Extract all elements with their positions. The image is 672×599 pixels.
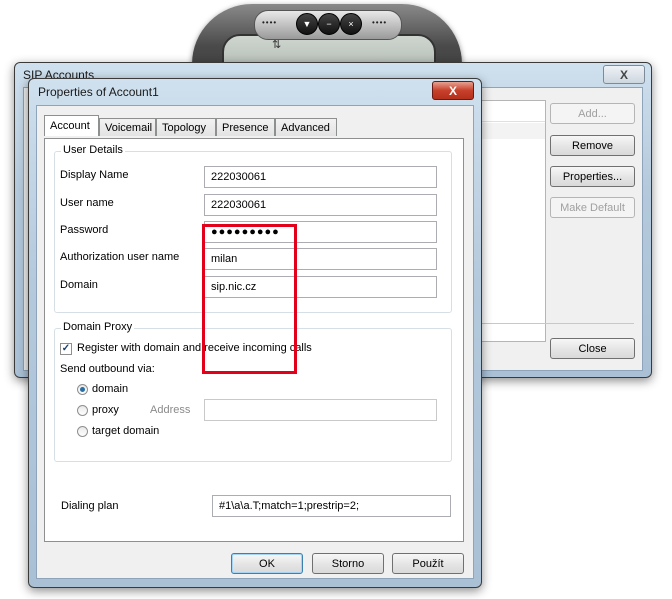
tab-advanced-label: Advanced bbox=[281, 121, 330, 134]
add-button-label: Add... bbox=[578, 107, 607, 120]
group-title: User Details bbox=[61, 144, 125, 156]
dialing-plan-label: Dialing plan bbox=[61, 500, 119, 512]
authorization-user-name-label: Authorization user name bbox=[60, 251, 180, 263]
tab-presence[interactable]: Presence bbox=[216, 118, 275, 136]
add-button[interactable]: Add... bbox=[550, 103, 635, 124]
password-label: Password bbox=[60, 224, 109, 236]
dialing-plan-value: #1\a\a.T;match=1;prestrip=2; bbox=[219, 500, 360, 512]
close-icon: X bbox=[619, 67, 628, 82]
close-button[interactable]: Close bbox=[550, 338, 635, 359]
chevron-down-icon: ▼ bbox=[302, 19, 312, 29]
tab-strip: Account Voicemail Topology Presence Adva… bbox=[44, 115, 464, 139]
group-title: Domain Proxy bbox=[61, 321, 135, 333]
close-button-label: Close bbox=[578, 342, 607, 355]
account-tab-page: User Details Display Name 222030061 User… bbox=[44, 138, 464, 542]
tab-topology-label: Topology bbox=[162, 121, 207, 134]
display-name-value: 222030061 bbox=[211, 171, 267, 183]
dialog-close-icon[interactable]: X bbox=[432, 81, 474, 100]
tab-account[interactable]: Account bbox=[44, 115, 99, 136]
register-checkbox[interactable]: ✓ bbox=[60, 343, 72, 355]
display-name-field[interactable]: 222030061 bbox=[204, 166, 437, 188]
tab-voicemail-label: Voicemail bbox=[105, 121, 153, 134]
softphone-skin: •••• •••• ▼ − × ⇅ bbox=[192, 0, 462, 124]
user-name-value: 222030061 bbox=[211, 199, 267, 211]
dialog-client: Account Voicemail Topology Presence Adva… bbox=[36, 105, 474, 579]
close-icon: × bbox=[348, 19, 354, 29]
properties-button-label: Properties... bbox=[562, 170, 623, 183]
speaker-dots-left: •••• bbox=[262, 18, 278, 27]
user-name-label: User name bbox=[60, 197, 114, 209]
sip-accounts-close-icon[interactable]: X bbox=[603, 65, 645, 84]
properties-button[interactable]: Properties... bbox=[550, 166, 635, 187]
apply-button[interactable]: Použít bbox=[392, 553, 464, 574]
apply-button-label: Použít bbox=[412, 557, 444, 570]
outbound-proxy-label: proxy bbox=[92, 404, 119, 416]
domain-label: Domain bbox=[60, 279, 98, 291]
remove-button-label: Remove bbox=[572, 139, 613, 152]
user-name-field[interactable]: 222030061 bbox=[204, 194, 437, 216]
display-name-label: Display Name bbox=[60, 169, 129, 181]
outbound-target-domain-radio[interactable] bbox=[77, 426, 88, 437]
speaker-dots-right: •••• bbox=[372, 18, 388, 27]
cancel-button-label: Storno bbox=[331, 557, 365, 570]
proxy-address-field[interactable] bbox=[204, 399, 437, 421]
outbound-domain-radio[interactable] bbox=[77, 384, 88, 395]
divider bbox=[470, 323, 634, 324]
account-properties-dialog: Properties of Account1 X Account Voicema… bbox=[28, 78, 482, 588]
cancel-button[interactable]: Storno bbox=[312, 553, 384, 574]
outbound-domain-label: domain bbox=[92, 383, 129, 395]
address-label: Address bbox=[150, 404, 191, 416]
dialog-title: Properties of Account1 bbox=[38, 85, 159, 99]
highlight-annotation bbox=[202, 224, 297, 374]
close-icon: X bbox=[448, 83, 457, 98]
dialing-plan-field[interactable]: #1\a\a.T;match=1;prestrip=2; bbox=[212, 495, 451, 517]
phone-minimize-button[interactable]: − bbox=[318, 13, 340, 35]
tab-voicemail[interactable]: Voicemail bbox=[99, 118, 156, 136]
network-status-icon: ⇅ bbox=[272, 39, 282, 51]
ok-button[interactable]: OK bbox=[231, 553, 303, 574]
ok-button-label: OK bbox=[259, 557, 275, 570]
outbound-proxy-radio[interactable] bbox=[77, 405, 88, 416]
send-outbound-label: Send outbound via: bbox=[60, 363, 155, 375]
remove-button[interactable]: Remove bbox=[550, 135, 635, 156]
minimize-icon: − bbox=[326, 19, 332, 29]
tab-account-label: Account bbox=[50, 120, 90, 132]
tab-presence-label: Presence bbox=[222, 121, 269, 134]
make-default-button[interactable]: Make Default bbox=[550, 197, 635, 218]
phone-close-button[interactable]: × bbox=[340, 13, 362, 35]
tab-advanced[interactable]: Advanced bbox=[275, 118, 337, 136]
tab-topology[interactable]: Topology bbox=[156, 118, 216, 136]
outbound-target-domain-label: target domain bbox=[92, 425, 160, 437]
make-default-button-label: Make Default bbox=[560, 201, 625, 214]
phone-menu-down-button[interactable]: ▼ bbox=[296, 13, 318, 35]
